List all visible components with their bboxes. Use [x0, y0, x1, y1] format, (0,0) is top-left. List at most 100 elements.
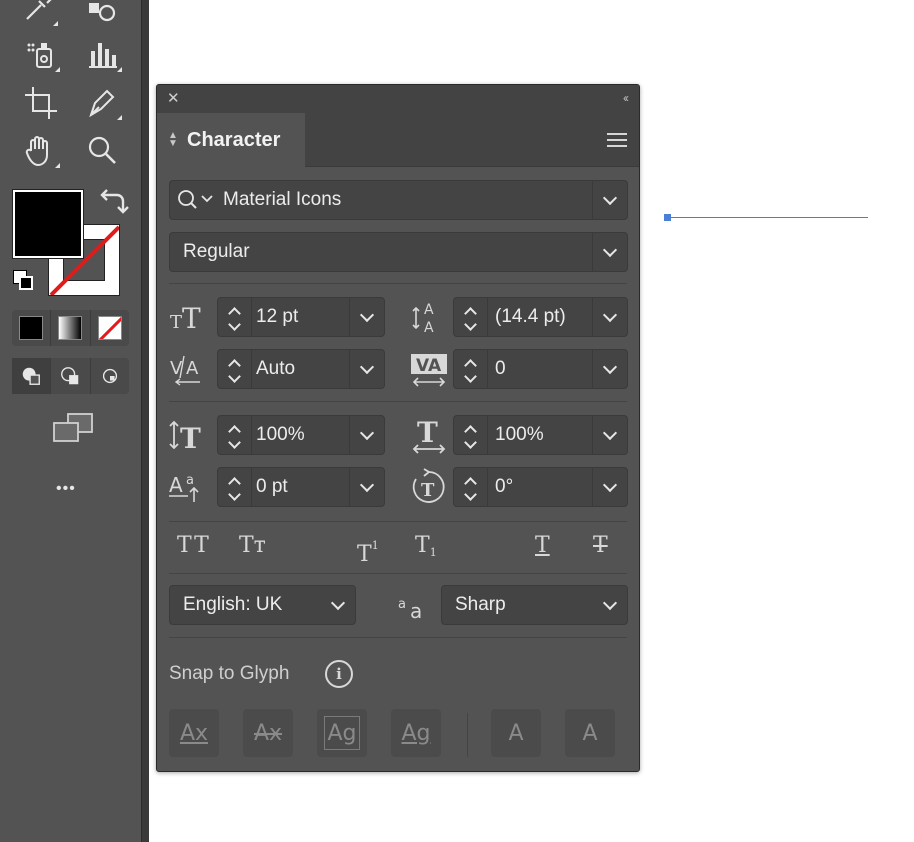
- pen-icon: [89, 89, 115, 118]
- divider: [169, 521, 627, 522]
- svg-text:A: A: [424, 302, 434, 318]
- tracking-field[interactable]: 0: [453, 349, 628, 389]
- antialiasing-dropdown[interactable]: [592, 586, 627, 624]
- horizontal-scale-stepper[interactable]: [454, 416, 488, 454]
- chevron-down-icon: [602, 359, 618, 374]
- panel-titlebar[interactable]: ✕ ‹‹: [157, 85, 639, 113]
- superscript-letter: T: [357, 542, 372, 567]
- snap-x-height-button[interactable]: Ax: [243, 709, 293, 757]
- subscript-button[interactable]: T1: [415, 531, 437, 561]
- rotation-field[interactable]: 0°: [453, 467, 628, 507]
- kerning-field[interactable]: Auto: [217, 349, 385, 389]
- none-button[interactable]: [91, 310, 129, 346]
- font-family-value: Material Icons: [223, 189, 342, 210]
- baseline-shift-stepper[interactable]: [218, 468, 252, 506]
- language-field[interactable]: English: UK: [169, 585, 356, 625]
- font-style-dropdown[interactable]: [592, 233, 627, 271]
- divider: [169, 573, 627, 574]
- horizontal-scale-icon: T: [409, 415, 449, 455]
- baseline-shift-value: 0 pt: [256, 476, 288, 497]
- symbol-sprayer-tool[interactable]: [20, 34, 60, 74]
- underline-button[interactable]: T: [535, 531, 550, 561]
- font-size-icon: TT: [167, 297, 207, 337]
- antialiasing-field[interactable]: Sharp: [441, 585, 628, 625]
- leading-icon: AA: [409, 297, 449, 337]
- swap-fill-stroke-button[interactable]: [92, 182, 132, 222]
- chevron-down-icon: [359, 359, 375, 374]
- language-dropdown[interactable]: [320, 586, 355, 624]
- leading-dropdown[interactable]: [592, 298, 627, 336]
- draw-mode-group: [12, 358, 129, 394]
- updown-arrows-icon: ▲ ▼: [168, 130, 178, 149]
- tracking-dropdown[interactable]: [592, 350, 627, 388]
- leading-stepper[interactable]: [454, 298, 488, 336]
- superscript-button[interactable]: T1: [357, 531, 379, 567]
- horizontal-scale-dropdown[interactable]: [592, 416, 627, 454]
- panel-menu-icon[interactable]: [607, 133, 627, 149]
- vertical-scale-value: 100%: [256, 424, 305, 445]
- snap-to-glyph-label: Snap to Glyph: [169, 663, 290, 684]
- draw-inside-button[interactable]: [91, 358, 129, 394]
- snap-anchor-point-button[interactable]: A: [565, 709, 615, 757]
- draw-behind-button[interactable]: [51, 358, 91, 394]
- eyedropper-tool[interactable]: [18, 0, 58, 28]
- graph-tool[interactable]: [82, 34, 122, 74]
- vertical-scale-dropdown[interactable]: [349, 416, 384, 454]
- rotation-dropdown[interactable]: [592, 468, 627, 506]
- horizontal-scale-field[interactable]: 100%: [453, 415, 628, 455]
- vertical-scale-field[interactable]: 100%: [217, 415, 385, 455]
- chevron-down-icon: [602, 242, 618, 257]
- baseline-shift-field[interactable]: 0 pt: [217, 467, 385, 507]
- vertical-scale-stepper[interactable]: [218, 416, 252, 454]
- draw-normal-button[interactable]: [12, 358, 52, 394]
- kerning-dropdown[interactable]: [349, 350, 384, 388]
- kerning-stepper[interactable]: [218, 350, 252, 388]
- font-family-dropdown[interactable]: [592, 181, 627, 219]
- close-icon[interactable]: ✕: [167, 91, 183, 107]
- font-size-dropdown[interactable]: [349, 298, 384, 336]
- collapse-icon[interactable]: ‹‹: [623, 91, 629, 105]
- chevron-down-icon: [464, 318, 477, 331]
- zoom-tool[interactable]: [82, 130, 122, 170]
- screen-mode-icon: [53, 413, 93, 442]
- svg-text:T: T: [182, 302, 201, 335]
- path-segment[interactable]: [670, 217, 868, 218]
- font-size-field[interactable]: 12 pt: [217, 297, 385, 337]
- rotation-stepper[interactable]: [454, 468, 488, 506]
- all-caps-button[interactable]: TT: [177, 531, 211, 561]
- leading-field[interactable]: (14.4 pt): [453, 297, 628, 337]
- gradient-button[interactable]: [51, 310, 91, 346]
- color-button[interactable]: [12, 310, 52, 346]
- shape-builder-tool[interactable]: [80, 0, 120, 28]
- font-size-stepper[interactable]: [218, 298, 252, 336]
- rotation-value: 0°: [495, 476, 514, 497]
- snap-glyph-bounds-button[interactable]: Ag: [317, 709, 367, 757]
- snap-baseline-button[interactable]: Ax: [169, 709, 219, 757]
- font-size-value: 12 pt: [256, 306, 299, 327]
- tracking-icon: VA: [409, 349, 449, 389]
- fill-swatch[interactable]: [13, 190, 83, 258]
- divider: [169, 637, 627, 638]
- rotation-icon: T: [409, 467, 449, 507]
- chevron-down-icon: [602, 595, 617, 610]
- svg-text:a: a: [186, 473, 194, 488]
- more-tools-button[interactable]: •••: [56, 480, 76, 498]
- snap-angular-guides-button[interactable]: A: [491, 709, 541, 757]
- baseline-shift-dropdown[interactable]: [349, 468, 384, 506]
- search-icon[interactable]: [176, 187, 220, 213]
- hand-tool[interactable]: [20, 130, 60, 170]
- artboard-tool[interactable]: [20, 82, 60, 122]
- tracking-stepper[interactable]: [454, 350, 488, 388]
- info-icon[interactable]: i: [325, 660, 353, 688]
- font-style-field[interactable]: Regular: [169, 232, 628, 272]
- snap-proximity-guides-button[interactable]: Ag: [391, 709, 441, 757]
- pen-tool[interactable]: [82, 82, 122, 122]
- tab-character[interactable]: ▲ ▼ Character: [157, 113, 305, 167]
- font-family-field[interactable]: Material Icons: [169, 180, 628, 220]
- small-caps-button[interactable]: Tт: [239, 531, 266, 561]
- none-icon: [98, 317, 121, 339]
- screen-mode-button[interactable]: [50, 408, 96, 448]
- default-colors-button[interactable]: [13, 270, 35, 292]
- strikethrough-button[interactable]: T: [593, 531, 608, 561]
- kerning-value: Auto: [256, 358, 296, 379]
